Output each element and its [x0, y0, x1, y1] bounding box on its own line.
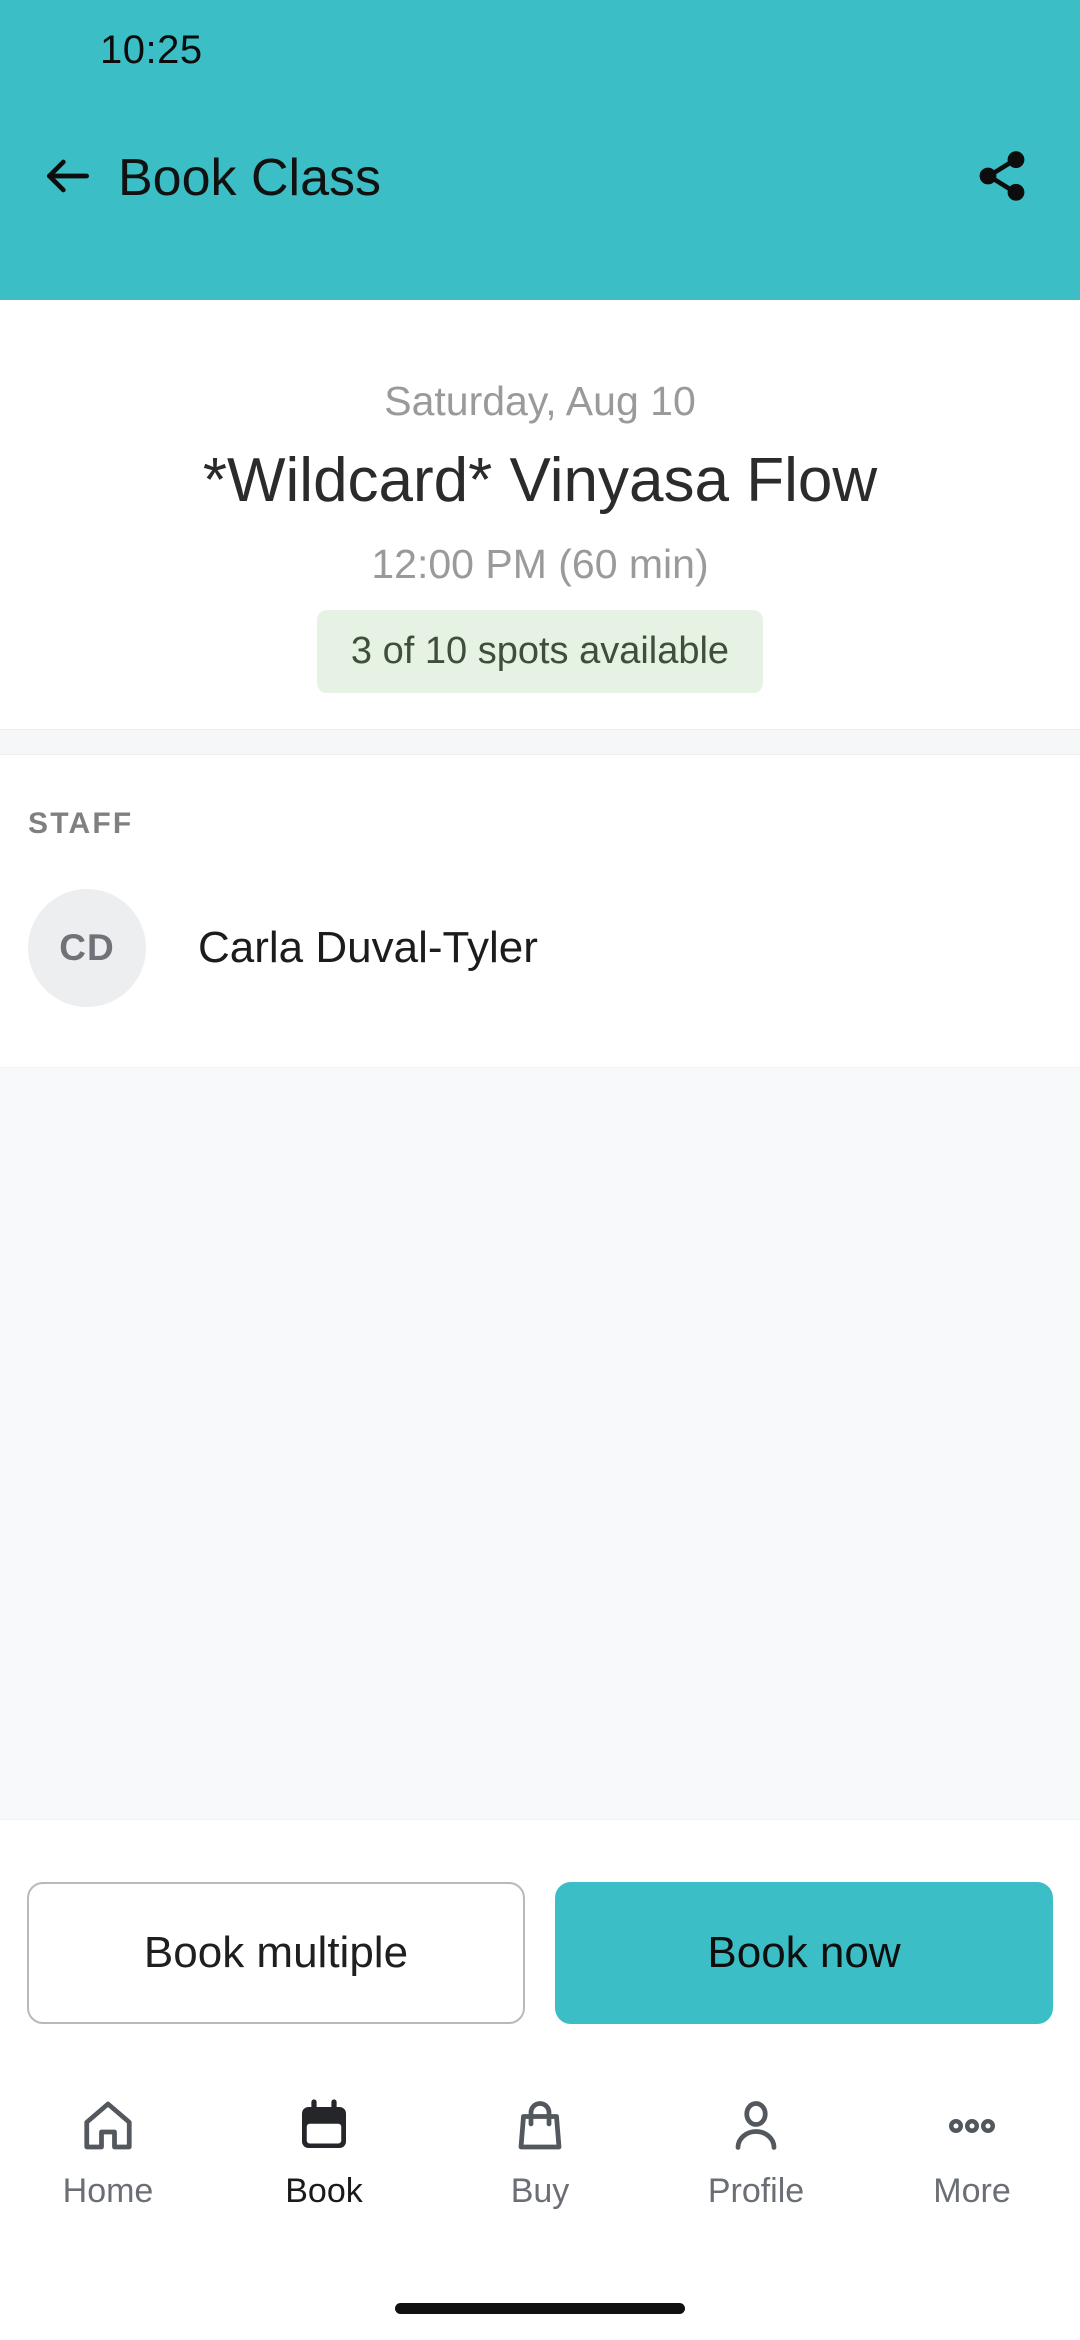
staff-list-item[interactable]: CD Carla Duval-Tyler: [0, 889, 1080, 1008]
nav-label-book: Book: [285, 2172, 363, 2210]
bottom-navigation-bar: Home Book Buy Profile More: [0, 2076, 1080, 2276]
class-time: 12:00 PM (60 min): [371, 541, 709, 588]
staff-section: STAFF CD Carla Duval-Tyler: [0, 755, 1080, 1068]
person-icon: [724, 2094, 788, 2158]
page-title: Book Class: [118, 149, 381, 207]
app-bar: Book Class: [0, 78, 1080, 278]
content-filler-area: [0, 1067, 1080, 1820]
share-icon: [974, 148, 1030, 209]
class-date: Saturday, Aug 10: [384, 378, 696, 424]
calendar-icon: [292, 2094, 356, 2158]
home-icon: [76, 2094, 140, 2158]
nav-item-profile[interactable]: Profile: [648, 2094, 864, 2211]
book-multiple-button[interactable]: Book multiple: [27, 1882, 525, 2024]
home-indicator[interactable]: [395, 2302, 685, 2314]
avatar-initials: CD: [59, 927, 115, 969]
app-screen: 10:25 Book Class Saturday, Aug 10 *Wildc…: [0, 0, 1080, 2340]
home-indicator-area: [0, 2276, 1080, 2340]
nav-label-profile: Profile: [707, 2172, 805, 2210]
section-divider: [0, 729, 1080, 756]
app-header: 10:25 Book Class: [0, 0, 1080, 300]
nav-label-home: Home: [62, 2172, 154, 2210]
avatar: CD: [28, 889, 146, 1008]
nav-label-buy: Buy: [510, 2172, 570, 2210]
class-title: *Wildcard* Vinyasa Flow: [202, 446, 878, 515]
status-bar-clock: 10:25: [100, 27, 203, 72]
arrow-left-icon: [40, 148, 96, 209]
shopping-bag-icon: [508, 2094, 572, 2158]
ellipsis-icon: [940, 2094, 1004, 2158]
back-button[interactable]: [30, 140, 106, 216]
spots-availability-badge: 3 of 10 spots available: [316, 610, 764, 694]
staff-section-label: STAFF: [28, 807, 134, 841]
staff-name: Carla Duval-Tyler: [198, 923, 538, 973]
share-button[interactable]: [964, 140, 1040, 216]
book-now-button[interactable]: Book now: [555, 1882, 1053, 2024]
nav-label-more: More: [933, 2172, 1011, 2210]
action-bar: Book multiple Book now: [0, 1820, 1080, 2076]
nav-item-book[interactable]: Book: [216, 2094, 432, 2211]
nav-item-more[interactable]: More: [864, 2094, 1080, 2211]
nav-item-home[interactable]: Home: [0, 2094, 216, 2211]
nav-item-buy[interactable]: Buy: [432, 2094, 648, 2211]
class-info-section: Saturday, Aug 10 *Wildcard* Vinyasa Flow…: [0, 300, 1080, 730]
